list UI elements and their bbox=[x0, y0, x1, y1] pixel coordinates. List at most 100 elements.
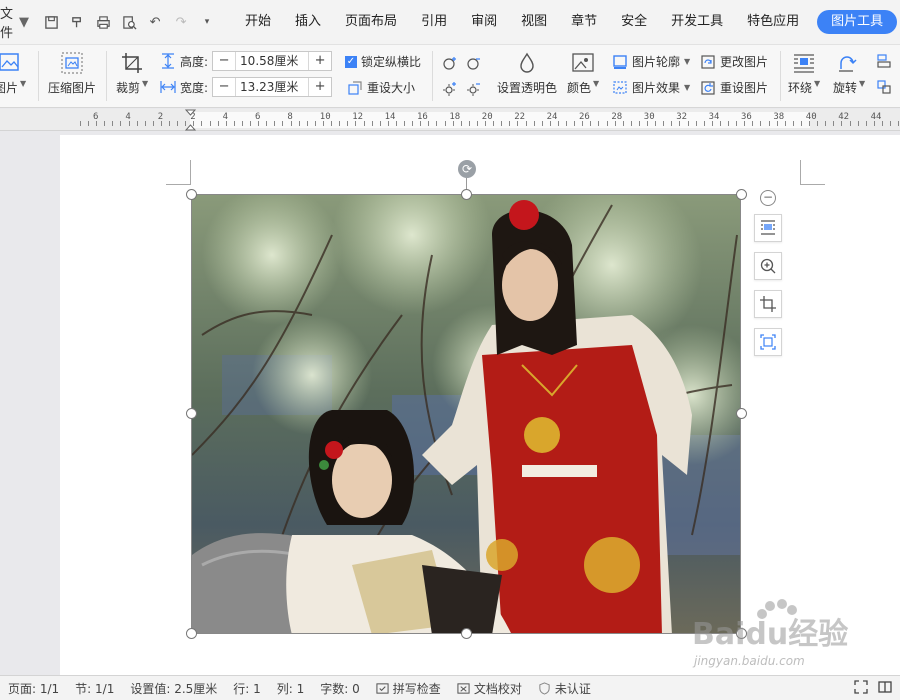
crop-icon bbox=[122, 53, 143, 73]
ruler-label: 14 bbox=[384, 112, 396, 122]
tab-insert[interactable]: 插入 bbox=[283, 10, 333, 34]
print-preview-icon[interactable] bbox=[121, 14, 137, 30]
status-word-count[interactable]: 字数: 0 bbox=[312, 680, 368, 697]
height-increase-button[interactable]: + bbox=[309, 52, 331, 70]
picture-outline-icon bbox=[613, 54, 627, 69]
tab-security[interactable]: 安全 bbox=[609, 10, 659, 34]
customize-toolbar-icon[interactable]: ▾ bbox=[199, 14, 215, 30]
resize-handle-top[interactable] bbox=[461, 189, 472, 200]
increase-brightness-icon[interactable] bbox=[442, 81, 458, 97]
ruler-tick bbox=[380, 121, 381, 126]
redo-icon[interactable]: ↷ bbox=[173, 14, 189, 30]
ruler-tick bbox=[88, 121, 89, 126]
margin-corner-top-left bbox=[166, 160, 191, 185]
tab-chapter[interactable]: 章节 bbox=[559, 10, 609, 34]
divider bbox=[780, 51, 781, 101]
ruler-label: 38 bbox=[773, 112, 785, 122]
height-decrease-button[interactable]: − bbox=[213, 52, 235, 70]
format-painter-icon[interactable] bbox=[69, 14, 85, 30]
photo-two-figures bbox=[192, 195, 740, 633]
crop-picture-button[interactable] bbox=[754, 290, 782, 318]
resize-handle-right[interactable] bbox=[736, 408, 747, 419]
collapse-toolbar-icon[interactable]: − bbox=[760, 190, 776, 206]
save-icon[interactable] bbox=[43, 14, 59, 30]
selected-picture[interactable] bbox=[191, 194, 741, 634]
document-workspace[interactable]: ⟳ − Baidu经验 jingyan.baidu.com bbox=[0, 131, 900, 675]
wrap-text-button[interactable]: 环绕 ▼ bbox=[788, 51, 820, 96]
resize-handle-top-right[interactable] bbox=[736, 189, 747, 200]
fullscreen-icon[interactable] bbox=[854, 680, 868, 694]
rotate-button[interactable]: 旋转 ▼ bbox=[833, 51, 865, 96]
document-proofread-button[interactable]: 文档校对 bbox=[449, 680, 530, 697]
ruler-tick bbox=[347, 121, 348, 126]
compress-picture-label: 压缩图片 bbox=[48, 81, 97, 95]
tab-home[interactable]: 开始 bbox=[233, 10, 283, 34]
decrease-contrast-icon[interactable] bbox=[466, 55, 482, 71]
unverified-status[interactable]: 未认证 bbox=[530, 680, 599, 697]
ruler-tick bbox=[169, 121, 170, 126]
color-button[interactable]: 颜色 ▼ bbox=[567, 51, 599, 96]
change-picture-button[interactable]: 图片 ▼ bbox=[0, 51, 26, 96]
tab-special[interactable]: 特色应用 bbox=[735, 10, 811, 34]
ruler-tick bbox=[145, 121, 146, 126]
height-input[interactable]: 10.58厘米 bbox=[235, 52, 310, 70]
ruler-label: 40 bbox=[805, 112, 817, 122]
ruler-tick bbox=[793, 121, 794, 126]
width-input[interactable]: 13.23厘米 bbox=[235, 78, 310, 96]
tab-review[interactable]: 审阅 bbox=[459, 10, 509, 34]
chevron-down-icon: ▼ bbox=[684, 83, 691, 92]
ruler-tick bbox=[339, 121, 340, 126]
lock-aspect-ratio-checkbox[interactable]: ✓ 锁定纵横比 bbox=[345, 53, 421, 70]
ruler-tick bbox=[760, 121, 761, 126]
reading-mode-icon[interactable] bbox=[878, 680, 892, 694]
crop-button[interactable]: 裁剪 ▼ bbox=[116, 51, 148, 96]
reset-size-button[interactable]: 重设大小 bbox=[347, 79, 415, 96]
quick-access-toolbar: ↶ ↷ ▾ bbox=[37, 0, 215, 44]
group-icon[interactable] bbox=[876, 79, 892, 95]
picture-to-text-button[interactable] bbox=[754, 328, 782, 356]
resize-handle-bottom[interactable] bbox=[461, 628, 472, 639]
width-increase-button[interactable]: + bbox=[309, 78, 331, 96]
layout-options-button[interactable] bbox=[754, 214, 782, 242]
compress-picture-button[interactable]: 压缩图片 bbox=[48, 51, 96, 96]
tab-picture-tools[interactable]: 图片工具 bbox=[817, 10, 898, 34]
print-icon[interactable] bbox=[95, 14, 111, 30]
baidu-logo: Baidu经验 bbox=[692, 599, 848, 652]
resize-handle-top-left[interactable] bbox=[186, 189, 197, 200]
ruler-label: 16 bbox=[417, 112, 428, 122]
picture-effects-label: 图片效果 bbox=[632, 81, 681, 95]
reset-picture-button[interactable]: 重设图片 bbox=[700, 79, 768, 96]
transparent-color-icon bbox=[520, 52, 534, 73]
reset-picture-icon bbox=[701, 80, 715, 95]
decrease-brightness-icon[interactable] bbox=[466, 81, 482, 97]
undo-icon[interactable]: ↶ bbox=[147, 14, 163, 30]
indent-marker-icon[interactable] bbox=[185, 109, 196, 131]
picture-effects-button[interactable]: 图片效果 ▼ bbox=[612, 79, 690, 96]
increase-contrast-icon[interactable] bbox=[442, 55, 458, 71]
horizontal-ruler[interactable]: 6 4 2 2 4 6 8 10 12 14 16 18 20 22 24 26 28 30 32 34 36 38 40 4… bbox=[0, 109, 900, 131]
tab-references[interactable]: 引用 bbox=[409, 10, 459, 34]
zoom-picture-button[interactable] bbox=[754, 252, 782, 280]
ruler-tick bbox=[226, 121, 227, 126]
align-icon[interactable] bbox=[876, 53, 892, 69]
ruler-tick bbox=[720, 121, 721, 126]
resize-handle-left[interactable] bbox=[186, 408, 197, 419]
change-picture-small-button[interactable]: 更改图片 bbox=[700, 53, 768, 70]
tab-page-layout[interactable]: 页面布局 bbox=[333, 10, 409, 34]
rotate-handle-icon[interactable]: ⟳ bbox=[458, 160, 476, 178]
set-transparent-color-button[interactable]: 设置透明色 bbox=[497, 51, 557, 96]
width-decrease-button[interactable]: − bbox=[213, 78, 235, 96]
status-page[interactable]: 页面: 1/1 bbox=[0, 680, 67, 697]
divider bbox=[38, 51, 39, 101]
ruler-tick bbox=[218, 121, 219, 126]
watermark-url: jingyan.baidu.com bbox=[694, 654, 805, 668]
ruler-label: 22 bbox=[514, 112, 526, 122]
spell-check-button[interactable]: 拼写检查 bbox=[368, 680, 449, 697]
tab-view[interactable]: 视图 bbox=[509, 10, 559, 34]
set-transparent-color-label: 设置透明色 bbox=[497, 81, 558, 95]
tab-developer[interactable]: 开发工具 bbox=[659, 10, 735, 34]
file-menu[interactable]: 文件 ▼ bbox=[0, 3, 29, 41]
ruler-label: 42 bbox=[838, 112, 850, 122]
resize-handle-bottom-left[interactable] bbox=[186, 628, 197, 639]
picture-outline-button[interactable]: 图片轮廓 ▼ bbox=[612, 53, 690, 70]
